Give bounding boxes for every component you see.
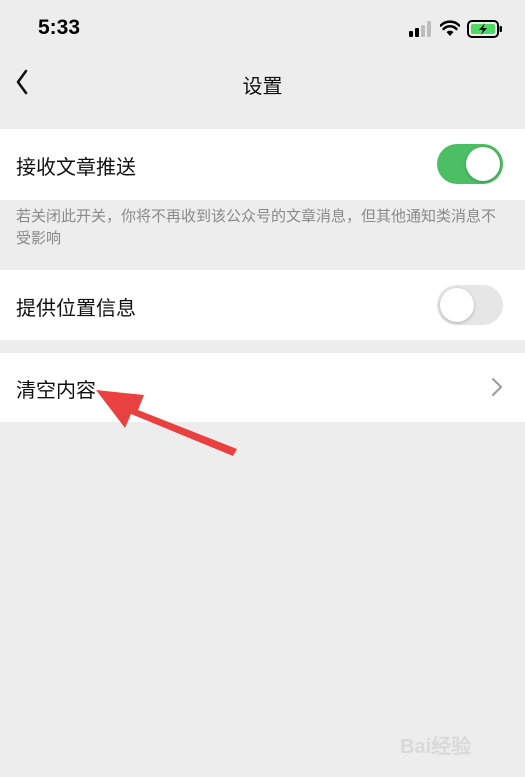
- page-title: 设置: [242, 74, 283, 98]
- settings-row-clear-content[interactable]: 清空内容: [0, 353, 525, 422]
- wifi-icon: [440, 20, 460, 36]
- toggle-knob: [440, 288, 474, 322]
- battery-charging-icon: [467, 20, 502, 38]
- signal-icon: [409, 21, 431, 37]
- status-time: 5:33: [38, 16, 81, 39]
- red-arrow-annotation: [96, 390, 237, 456]
- nav-bar: 设置: [0, 56, 525, 110]
- baidu-watermark: Bai经验: [400, 722, 510, 762]
- location-label: 提供位置信息: [16, 296, 136, 320]
- watermark-text: Bai经验: [400, 736, 472, 758]
- clear-content-label: 清空内容: [16, 378, 96, 402]
- screen: 5:33 设置 接收文章推送 若关闭此开关，你将不再收到该公众号的文章消息，但其…: [0, 0, 525, 777]
- location-toggle[interactable]: [437, 285, 503, 325]
- status-bar: 5:33: [0, 0, 525, 56]
- settings-row-location: 提供位置信息: [0, 270, 525, 340]
- toggle-knob: [466, 147, 500, 181]
- settings-row-article-push: 接收文章推送: [0, 129, 525, 200]
- article-push-hint: 若关闭此开关，你将不再收到该公众号的文章消息，但其他通知类消息不受影响: [16, 207, 497, 247]
- chevron-right-icon: [492, 378, 502, 396]
- article-push-toggle[interactable]: [437, 144, 503, 184]
- article-push-label: 接收文章推送: [16, 155, 136, 179]
